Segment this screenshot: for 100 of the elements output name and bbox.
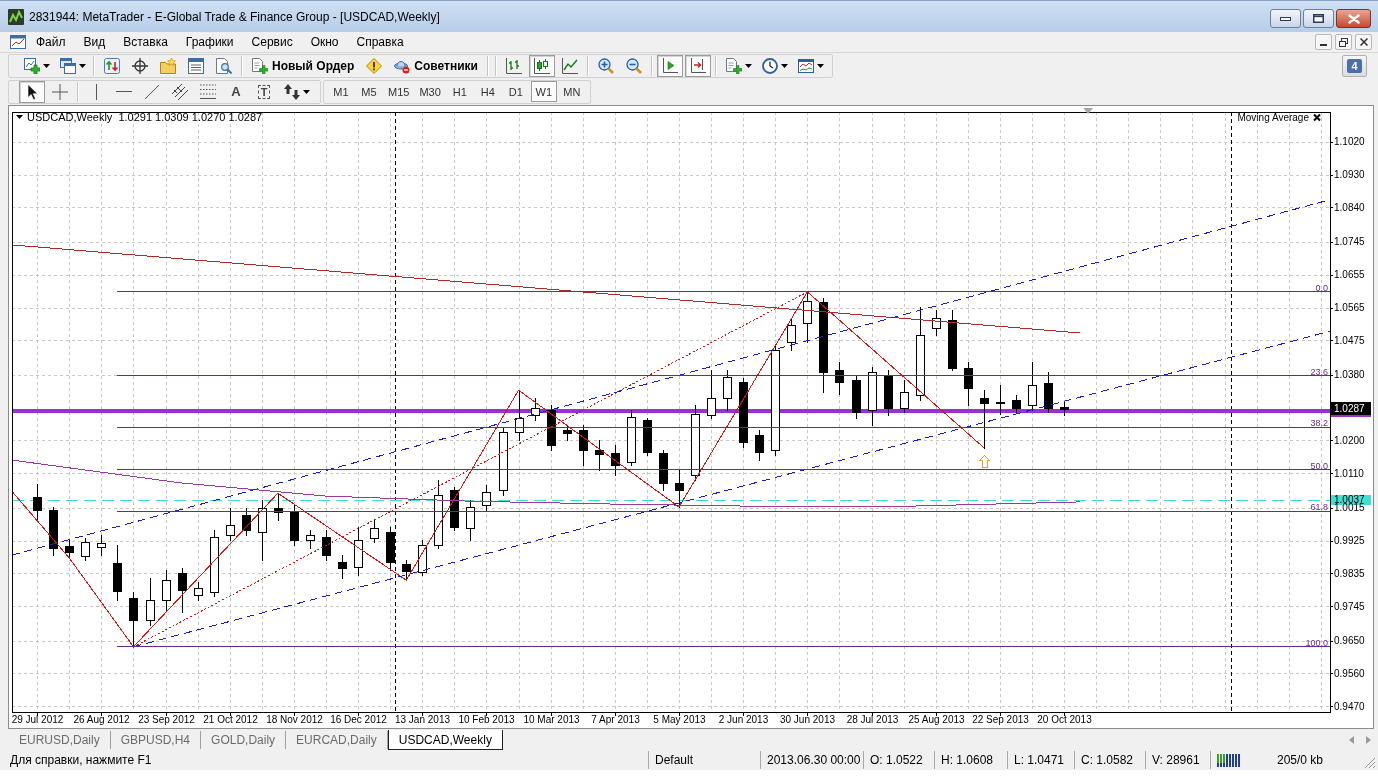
profile-name: Default: [655, 753, 694, 767]
menu-item[interactable]: Окно: [301, 33, 348, 51]
document-magnifier-icon[interactable]: [216, 58, 232, 74]
caret-icon[interactable]: [780, 64, 788, 68]
candlestick: [996, 384, 1005, 416]
restore-button[interactable]: [1335, 34, 1352, 50]
axis-play-icon: [661, 58, 678, 74]
resize-grip-icon[interactable]: [1364, 757, 1376, 769]
chart-window-icon[interactable]: [797, 58, 814, 74]
candlestick: [370, 519, 379, 544]
caret-icon[interactable]: [79, 64, 86, 68]
clock-icon[interactable]: [761, 58, 778, 74]
warning-diamond-icon[interactable]: [366, 58, 383, 74]
chart-window-icon[interactable]: [10, 34, 26, 50]
chart-tab[interactable]: GOLD,Daily: [201, 731, 287, 749]
window-title: 2831944: MetaTrader - E-Global Trade & Finance Group - [USDCAD,Weekly]: [29, 9, 441, 24]
close-icon: [1359, 38, 1368, 46]
chart-plus-icon[interactable]: [24, 58, 40, 74]
high-price: H: 1.0608: [941, 753, 994, 767]
caret-icon[interactable]: [744, 64, 752, 68]
minimize-button[interactable]: [1270, 9, 1301, 28]
menu-item[interactable]: Графики: [176, 33, 243, 51]
candlestick: [402, 559, 411, 582]
date-axis-label: 20 Oct 2013: [1037, 714, 1092, 725]
window-list-icon[interactable]: [188, 58, 204, 74]
timeframe-button[interactable]: D1: [502, 81, 529, 102]
caret-icon[interactable]: [16, 115, 23, 119]
candlestick: [434, 479, 443, 550]
chart-tab[interactable]: USDCAD,Weekly: [387, 730, 503, 750]
current-price-tag: 1.0287: [1331, 402, 1371, 415]
timeframe-button[interactable]: H1: [446, 81, 473, 102]
chart-tab[interactable]: GBPUSD,H4: [110, 731, 202, 749]
parallel-lines-icon: [172, 83, 188, 100]
menu-item[interactable]: Вид: [74, 33, 115, 51]
volume-value: V: 28961: [1152, 753, 1200, 767]
hat-icon: [394, 58, 411, 74]
candlestick: [274, 492, 283, 522]
caret-icon[interactable]: [816, 64, 824, 68]
close-price: C: 1.0582: [1081, 753, 1134, 767]
timeframe-button[interactable]: W1: [530, 81, 557, 102]
notification-count: 4: [1347, 59, 1362, 73]
candlestick: [515, 389, 524, 442]
toggle-button[interactable]: [684, 55, 711, 77]
menu-item[interactable]: Файл: [27, 33, 75, 51]
updown-arrows-icon[interactable]: [104, 58, 120, 74]
candlestick: [964, 361, 973, 407]
tool-button[interactable]: T: [251, 80, 277, 103]
close-button[interactable]: [1336, 9, 1371, 28]
chart-type-button[interactable]: [528, 55, 555, 77]
candlestick: [579, 424, 588, 467]
toggle-button[interactable]: [656, 55, 683, 77]
crosshair-circle-icon[interactable]: [132, 58, 148, 74]
timeframe-button[interactable]: H4: [474, 81, 501, 102]
timeframe-button[interactable]: MN: [558, 81, 585, 102]
new-order-button[interactable]: Новый Ордер: [248, 55, 359, 77]
notifications-button[interactable]: 4: [1342, 55, 1367, 77]
candlestick: [178, 567, 187, 614]
menu-item[interactable]: Сервис: [242, 33, 302, 51]
zoom-in-icon[interactable]: [597, 58, 614, 74]
date-axis-label: 30 Jun 2013: [779, 714, 836, 725]
document-plus-icon[interactable]: [725, 58, 742, 74]
timeframe-button[interactable]: M30: [415, 81, 445, 102]
timeframe-button[interactable]: M1: [328, 81, 354, 102]
tool-button[interactable]: [19, 80, 45, 103]
menu-item[interactable]: Справка: [347, 33, 413, 51]
experts-button[interactable]: Советники: [390, 55, 482, 77]
candlestick: [418, 539, 427, 577]
dotted-lines-icon: [200, 83, 216, 100]
price-axis-label: 0.9560: [1334, 667, 1365, 679]
open-price: O: 1.0522: [870, 753, 923, 767]
menu-item[interactable]: Вставка: [114, 33, 177, 51]
candlestick: [482, 484, 491, 512]
close-icon[interactable]: [1313, 113, 1321, 122]
chart-tab[interactable]: EURUSD,Daily: [9, 731, 111, 749]
stacked-windows-icon[interactable]: [60, 58, 76, 74]
tool-button[interactable]: A: [223, 80, 249, 103]
minimize-button[interactable]: [1315, 34, 1332, 50]
maximize-button[interactable]: [1303, 9, 1334, 28]
caret-icon[interactable]: [43, 64, 50, 68]
chart-tab[interactable]: EURCAD,Daily: [286, 731, 388, 749]
candlestick: [210, 529, 219, 598]
timeframe-button[interactable]: M5: [356, 81, 382, 102]
candlestick: [81, 537, 90, 562]
price-axis-label: 1.0200: [1334, 434, 1365, 446]
candlestick: [900, 379, 909, 414]
triangle-icon[interactable]: [1083, 108, 1094, 114]
candlestick: [659, 449, 668, 492]
date-axis-label: 10 Mar 2013: [523, 714, 580, 725]
date-axis-label: 26 Aug 2012: [73, 714, 130, 725]
timeframe-button[interactable]: M15: [384, 81, 414, 102]
candlestick: [948, 309, 957, 372]
zoom-out-icon[interactable]: [625, 58, 642, 74]
candlestick: [306, 529, 315, 550]
close-button[interactable]: [1355, 34, 1372, 50]
date-axis-label: 7 Apr 2013: [591, 714, 640, 725]
price-axis-label: 1.0110: [1334, 467, 1364, 479]
line-chart-icon: [561, 58, 578, 74]
folder-star-icon[interactable]: [160, 58, 176, 74]
level-label: 23.6: [1310, 366, 1328, 377]
price-tag: 1.0037: [1331, 494, 1371, 506]
